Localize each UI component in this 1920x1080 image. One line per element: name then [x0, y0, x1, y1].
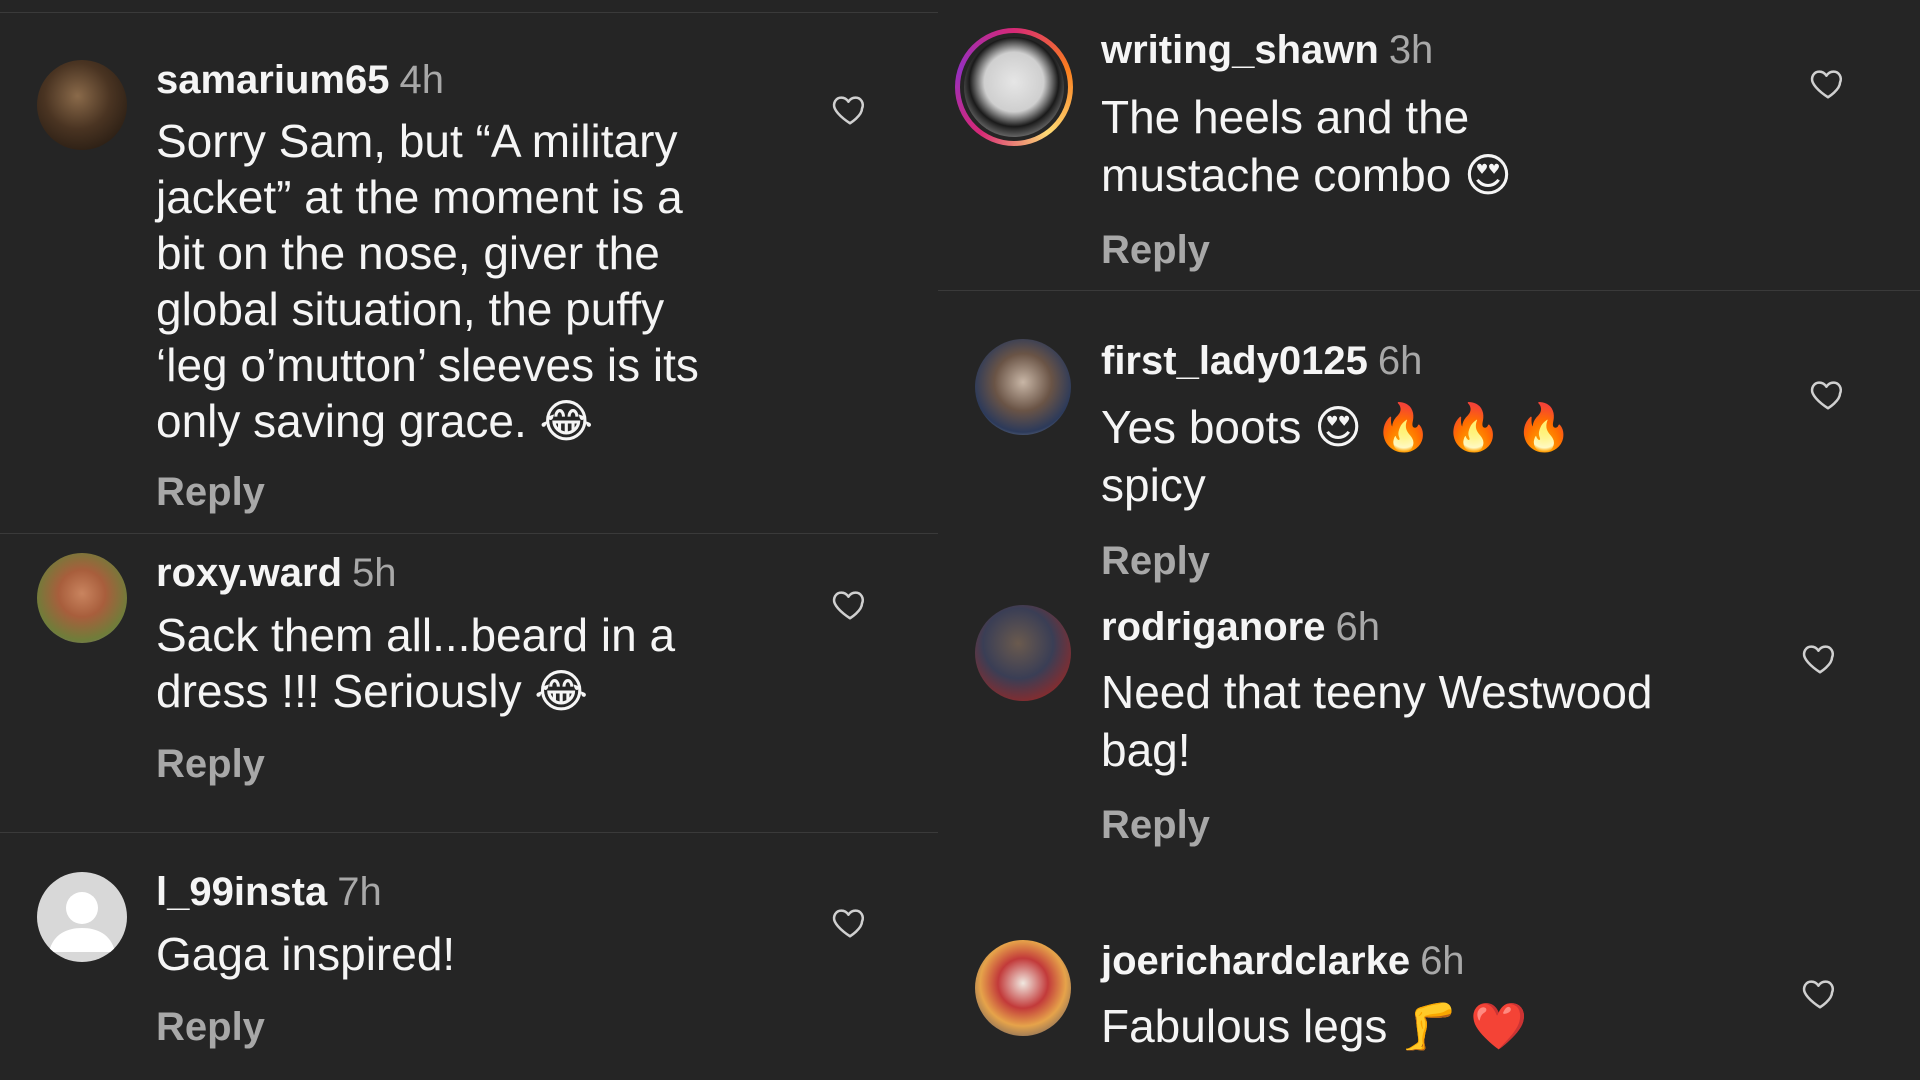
like-heart-icon[interactable]	[830, 90, 870, 128]
reply-button[interactable]: Reply	[1101, 803, 1210, 848]
comment-line: spicy	[1101, 459, 1206, 511]
comment-line: bit on the nose, giver the	[156, 227, 660, 279]
comment-line: Gaga inspired!	[156, 928, 456, 980]
reply-button[interactable]: Reply	[1101, 228, 1210, 273]
avatar[interactable]	[975, 605, 1071, 701]
comment-username[interactable]: l_99insta 7h	[156, 870, 382, 915]
right-comments-panel: writing_shawn 3h The heels and the mustac…	[938, 0, 1920, 1080]
comment-time: 6h	[1335, 605, 1380, 649]
comment-line: Fabulous legs 🦵 ❤️	[1101, 1000, 1528, 1052]
comment-line: ‘leg o’mutton’ sleeves is its	[156, 339, 699, 391]
default-avatar-icon	[49, 892, 115, 952]
comment-line: bag!	[1101, 724, 1191, 776]
comment-time: 4h	[399, 58, 444, 102]
divider	[0, 533, 938, 534]
comment-line: Need that teeny Westwood	[1101, 666, 1653, 718]
username-label[interactable]: l_99insta	[156, 870, 327, 914]
comment-time: 5h	[352, 551, 397, 595]
avatar[interactable]	[964, 37, 1064, 137]
username-label[interactable]: roxy.ward	[156, 551, 342, 595]
comment-line: Sack them all...beard in a	[156, 609, 676, 661]
story-ring[interactable]	[955, 28, 1073, 146]
like-heart-icon[interactable]	[1800, 974, 1840, 1012]
divider	[938, 290, 1920, 291]
comment-line: jacket” at the moment is a	[156, 171, 683, 223]
comment-time: 6h	[1420, 939, 1465, 983]
username-label[interactable]: writing_shawn	[1101, 28, 1379, 72]
comment-text: Gaga inspired!	[156, 926, 455, 982]
comment-text: Sorry Sam, but “A military jacket” at th…	[156, 113, 699, 449]
comment-time: 7h	[337, 870, 382, 914]
divider	[0, 12, 938, 13]
like-heart-icon[interactable]	[830, 585, 870, 623]
reply-button[interactable]: Reply	[156, 742, 265, 787]
comment-line: global situation, the puffy	[156, 283, 665, 335]
comment-line: dress !!! Seriously 😂	[156, 665, 589, 717]
username-label[interactable]: rodriganore	[1101, 605, 1325, 649]
reply-button[interactable]: Reply	[1101, 539, 1210, 584]
divider	[0, 832, 938, 833]
comment-time: 3h	[1388, 28, 1434, 72]
comment-line: The heels and the	[1101, 91, 1470, 143]
comment-line: Sorry Sam, but “A military	[156, 115, 678, 167]
reply-button[interactable]: Reply	[156, 1005, 265, 1050]
comment-username[interactable]: samarium65 4h	[156, 58, 444, 103]
like-heart-icon[interactable]	[1808, 64, 1848, 102]
comment-text: Yes boots 😍 🔥 🔥 🔥 spicy	[1101, 398, 1572, 514]
comment-username[interactable]: joerichardclarke 6h	[1101, 939, 1465, 984]
username-label[interactable]: samarium65	[156, 58, 389, 102]
comment-text: The heels and the mustache combo 😍	[1101, 88, 1512, 204]
comment-line: only saving grace. 😂	[156, 395, 594, 447]
avatar[interactable]	[37, 553, 127, 643]
avatar[interactable]	[975, 940, 1071, 1036]
like-heart-icon[interactable]	[830, 903, 870, 941]
like-heart-icon[interactable]	[1808, 375, 1848, 413]
comment-text: Sack them all...beard in a dress !!! Ser…	[156, 607, 675, 719]
username-label[interactable]: first_lady0125	[1101, 339, 1368, 383]
comment-username[interactable]: first_lady0125 6h	[1101, 339, 1422, 384]
comment-username[interactable]: writing_shawn 3h	[1101, 28, 1433, 73]
comment-time: 6h	[1377, 339, 1423, 383]
avatar[interactable]	[37, 872, 127, 962]
left-comments-panel: samarium65 4h Sorry Sam, but “A military …	[0, 0, 938, 1080]
username-label[interactable]: joerichardclarke	[1101, 939, 1410, 983]
reply-button[interactable]: Reply	[156, 470, 265, 515]
like-heart-icon[interactable]	[1800, 639, 1840, 677]
avatar[interactable]	[37, 60, 127, 150]
comment-text: Fabulous legs 🦵 ❤️	[1101, 997, 1528, 1055]
comment-username[interactable]: rodriganore 6h	[1101, 605, 1380, 650]
comment-line: mustache combo 😍	[1101, 149, 1513, 201]
comment-username[interactable]: roxy.ward 5h	[156, 551, 397, 596]
avatar[interactable]	[975, 339, 1071, 435]
comment-text: Need that teeny Westwood bag!	[1101, 663, 1652, 779]
comment-line: Yes boots 😍 🔥 🔥 🔥	[1101, 401, 1573, 453]
